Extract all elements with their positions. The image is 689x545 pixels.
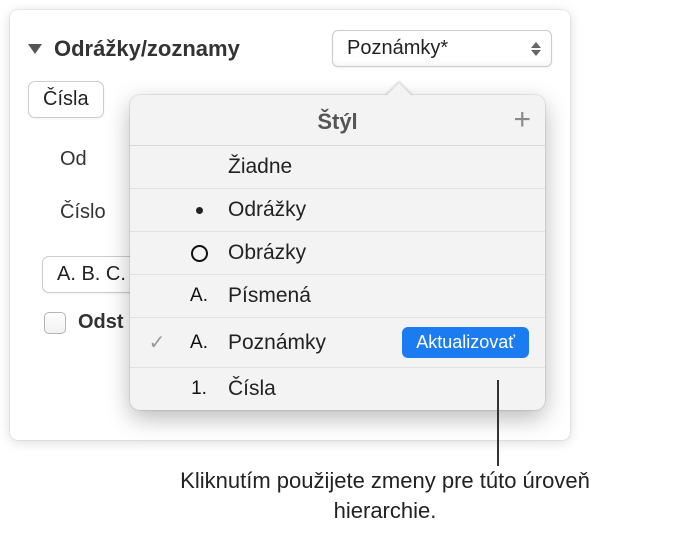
section-header: Odrážky/zoznamy Poznámky* [28, 30, 552, 67]
bullet-icon [184, 207, 214, 214]
section-title: Odrážky/zoznamy [54, 36, 240, 62]
style-item-numbers[interactable]: 1. Čísla [130, 368, 545, 410]
style-item-letters[interactable]: A. Písmená [130, 275, 545, 318]
tiered-checkbox[interactable] [44, 312, 66, 334]
callout-text: Kliknutím použijete zmeny pre túto úrove… [165, 466, 605, 525]
style-label: Obrázky [228, 241, 529, 265]
number-1-icon: 1. [184, 378, 214, 400]
list-style-popup[interactable]: Poznámky* [332, 30, 552, 67]
style-item-images[interactable]: Obrázky [130, 232, 545, 275]
style-label: Čísla [228, 377, 529, 401]
style-label: Odrážky [228, 198, 529, 222]
add-style-icon[interactable]: + [513, 105, 531, 135]
style-popover: Štýl + Žiadne Odrážky Obrázky A. Písmená… [130, 95, 545, 410]
style-list: Žiadne Odrážky Obrázky A. Písmená ✓ A. P… [130, 146, 545, 410]
disclosure-triangle-icon[interactable] [28, 44, 42, 54]
list-style-popup-label: Poznámky* [347, 37, 448, 60]
tiered-checkbox-label: Odst [78, 311, 124, 334]
style-label: Poznámky [228, 331, 388, 355]
circle-icon [184, 245, 214, 262]
style-label: Písmená [228, 284, 529, 308]
update-button[interactable]: Aktualizovať [402, 327, 529, 358]
letter-a-icon: A. [184, 332, 214, 354]
numbers-field[interactable]: Čísla [28, 81, 104, 118]
popover-header: Štýl + [130, 95, 545, 146]
style-item-notes[interactable]: ✓ A. Poznámky Aktualizovať [130, 318, 545, 368]
popover-title: Štýl [317, 109, 357, 135]
check-icon: ✓ [144, 330, 170, 355]
callout-line [497, 380, 499, 466]
style-item-none[interactable]: Žiadne [130, 146, 545, 189]
abc-format-field[interactable]: A. B. C. [42, 256, 141, 293]
letter-a-icon: A. [184, 285, 214, 307]
style-item-bullets[interactable]: Odrážky [130, 189, 545, 232]
style-label: Žiadne [228, 155, 529, 179]
chevrons-icon [531, 42, 541, 56]
